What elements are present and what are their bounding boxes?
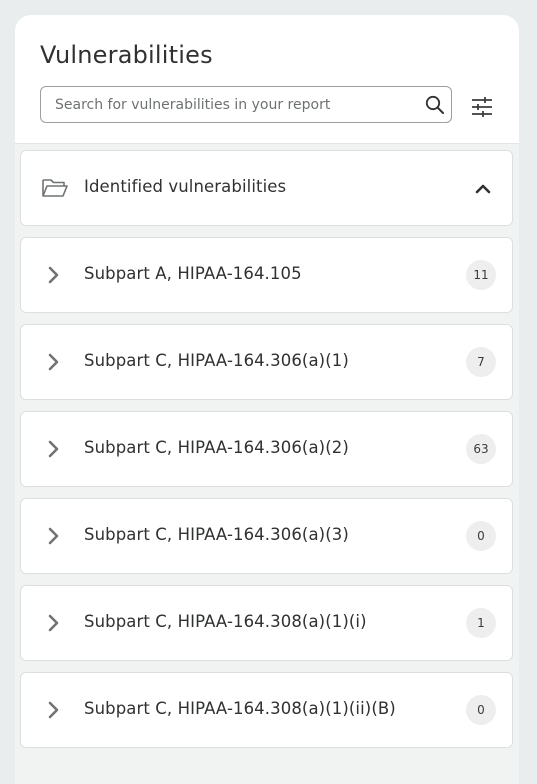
vulnerabilities-panel: Vulnerabilities Identified vulnerabiliti… (15, 15, 519, 784)
sliders-icon[interactable] (471, 96, 493, 118)
chevron-right-icon[interactable] (47, 352, 61, 372)
list-item[interactable]: Subpart C, HIPAA-164.308(a)(1)(ii)(B) 0 (20, 672, 513, 748)
section-identified-vulnerabilities[interactable]: Identified vulnerabilities (20, 150, 513, 226)
count-badge: 7 (466, 347, 496, 377)
list-item-label: Subpart C, HIPAA-164.308(a)(1)(i) (84, 612, 367, 631)
count-badge: 11 (466, 260, 496, 290)
vulnerability-list: Identified vulnerabilities Subpart A, HI… (15, 143, 519, 784)
list-item[interactable]: Subpart C, HIPAA-164.306(a)(2) 63 (20, 411, 513, 487)
list-item[interactable]: Subpart A, HIPAA-164.105 11 (20, 237, 513, 313)
count-badge: 1 (466, 608, 496, 638)
list-item[interactable]: Subpart C, HIPAA-164.306(a)(3) 0 (20, 498, 513, 574)
list-item[interactable]: Subpart C, HIPAA-164.306(a)(1) 7 (20, 324, 513, 400)
list-item-label: Subpart C, HIPAA-164.306(a)(2) (84, 438, 349, 457)
panel-title: Vulnerabilities (40, 41, 213, 69)
chevron-right-icon[interactable] (47, 439, 61, 459)
search-box[interactable] (40, 86, 452, 123)
chevron-right-icon[interactable] (47, 526, 61, 546)
chevron-right-icon[interactable] (47, 700, 61, 720)
chevron-up-icon[interactable] (473, 180, 493, 196)
list-item-label: Subpart C, HIPAA-164.308(a)(1)(ii)(B) (84, 699, 396, 718)
count-badge: 63 (466, 434, 496, 464)
list-item-label: Subpart A, HIPAA-164.105 (84, 264, 302, 283)
folder-open-icon (42, 179, 68, 197)
chevron-right-icon[interactable] (47, 613, 61, 633)
search-input[interactable] (53, 95, 417, 114)
section-label: Identified vulnerabilities (84, 177, 287, 196)
list-item[interactable]: Subpart C, HIPAA-164.308(a)(1)(i) 1 (20, 585, 513, 661)
list-item-label: Subpart C, HIPAA-164.306(a)(1) (84, 351, 349, 370)
search-icon[interactable] (425, 95, 445, 115)
count-badge: 0 (466, 695, 496, 725)
list-item-label: Subpart C, HIPAA-164.306(a)(3) (84, 525, 349, 544)
count-badge: 0 (466, 521, 496, 551)
chevron-right-icon[interactable] (47, 265, 61, 285)
